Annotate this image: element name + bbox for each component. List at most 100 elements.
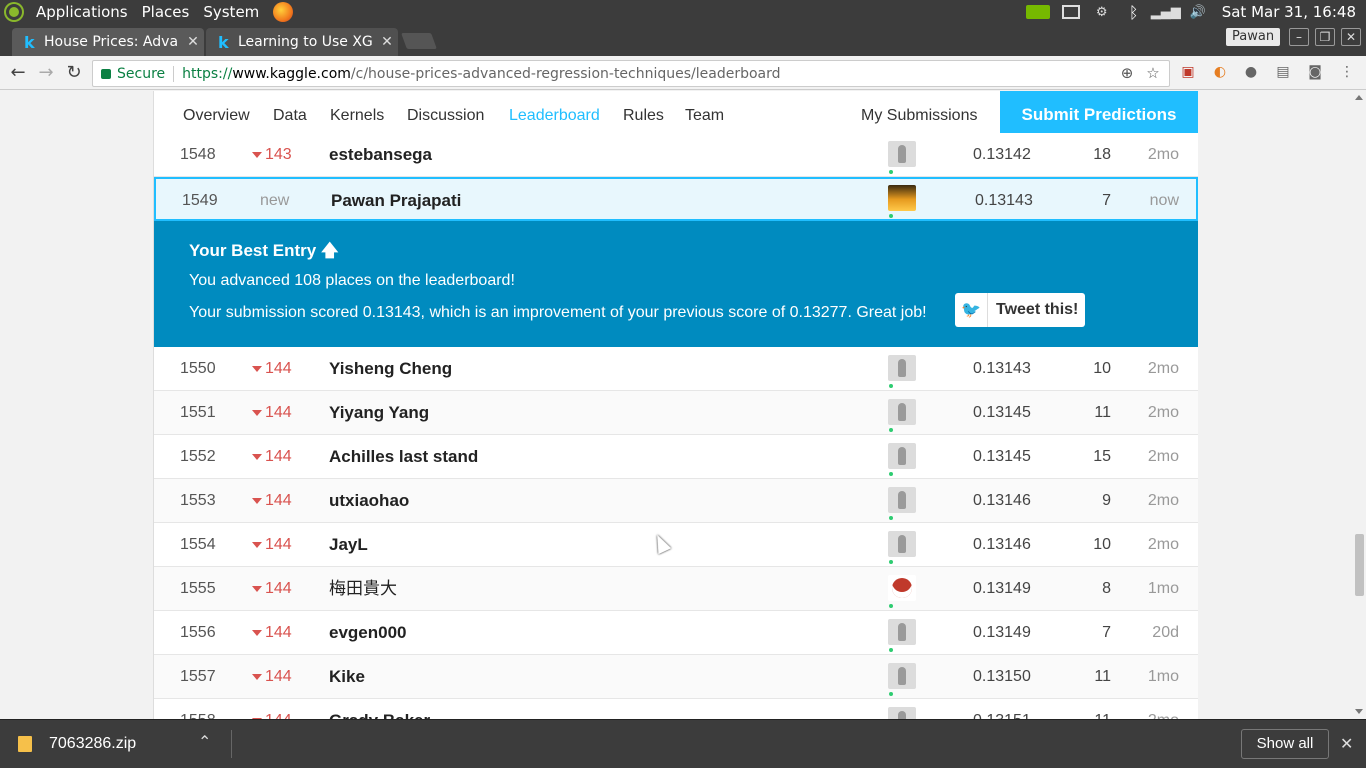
restore-button[interactable]: ❐ [1315, 28, 1335, 46]
team-name[interactable]: 梅田貴大 [329, 567, 397, 611]
avatar[interactable] [888, 399, 916, 425]
show-all-button[interactable]: Show all [1241, 729, 1329, 759]
last-submission: 2mo [1147, 448, 1179, 465]
online-indicator [889, 214, 893, 218]
avatar[interactable] [888, 663, 916, 689]
avatar[interactable] [888, 619, 916, 645]
bluetooth-icon[interactable]: ᛒ [1124, 3, 1144, 22]
last-submission: 1mo [1147, 580, 1179, 597]
separator [231, 730, 232, 758]
arrow-up-icon: 🡅 [320, 241, 339, 260]
clock[interactable]: Sat Mar 31, 16:48 [1222, 3, 1356, 21]
network-manager-icon[interactable]: ⚙ [1092, 3, 1112, 21]
team-name[interactable]: evgen000 [329, 611, 407, 655]
down-triangle-icon [252, 453, 262, 460]
my-team-row[interactable]: 1549 new Pawan Prajapati 0.13143 7 now [154, 177, 1198, 221]
extension-icon-3[interactable]: ● [1242, 64, 1260, 82]
team-name[interactable]: Grady Baker [329, 699, 430, 719]
table-row[interactable]: 1555 144 梅田貴大 0.13149 8 1mo [154, 567, 1198, 611]
table-row[interactable]: 1556 144 evgen000 0.13149 7 20d [154, 611, 1198, 655]
close-downloads-icon[interactable]: ✕ [1340, 734, 1353, 754]
menu-applications[interactable]: Applications [36, 3, 128, 21]
screenshot-extension-icon[interactable]: ◙ [1306, 64, 1324, 82]
browser-menu-icon[interactable]: ⋮ [1338, 64, 1356, 82]
signal-strength-icon[interactable]: ▂▄▆ [1151, 3, 1181, 21]
avatar[interactable] [888, 531, 916, 557]
reload-icon[interactable]: ↻ [62, 61, 86, 85]
table-row[interactable]: 1553 144 utxiaohao 0.13146 9 2mo [154, 479, 1198, 523]
team-name[interactable]: Yisheng Cheng [329, 347, 452, 391]
new-tab-button[interactable] [401, 33, 437, 49]
scroll-up-arrow-icon[interactable] [1355, 95, 1363, 100]
rank: 1558 [180, 699, 216, 719]
firefox-launcher-icon[interactable] [273, 2, 294, 22]
team-name[interactable]: Yiyang Yang [329, 391, 429, 435]
team-name[interactable]: utxiaohao [329, 479, 409, 523]
web-page: Overview Data Kernels Discussion Leaderb… [0, 91, 1366, 719]
close-window-button[interactable]: ✕ [1341, 28, 1361, 46]
team-name[interactable]: Kike [329, 655, 365, 699]
rank-change: 143 [252, 133, 292, 177]
chevron-up-icon[interactable]: ⌃ [198, 732, 211, 752]
online-indicator [889, 692, 893, 696]
volume-icon[interactable]: 🔊 [1188, 3, 1208, 21]
score: 0.13146 [973, 492, 1031, 509]
table-row[interactable]: 1557 144 Kike 0.13150 11 1mo [154, 655, 1198, 699]
menu-system[interactable]: System [203, 3, 259, 21]
team-name[interactable]: Pawan Prajapati [331, 179, 461, 223]
entries: 7 [1102, 624, 1111, 641]
display-icon[interactable] [1061, 5, 1080, 19]
bookmark-star-icon[interactable]: ☆ [1143, 64, 1163, 82]
tab-house-prices[interactable]: k House Prices: Adva ✕ [12, 28, 204, 56]
rank-change: 144 [252, 699, 292, 719]
applications-logo-icon[interactable] [6, 4, 22, 20]
rank-change: 144 [252, 479, 292, 523]
rank-change-value: 144 [265, 580, 292, 597]
score: 0.13149 [973, 580, 1031, 597]
team-name[interactable]: JayL [329, 523, 368, 567]
avatar[interactable] [888, 443, 916, 469]
menu-places[interactable]: Places [142, 3, 190, 21]
team-name[interactable]: estebansega [329, 133, 432, 177]
forward-arrow-icon[interactable]: → [34, 61, 58, 85]
table-row[interactable]: 1558 144 Grady Baker 0.13151 11 2mo [154, 699, 1198, 719]
tab-learning-xgboost[interactable]: k Learning to Use XG ✕ [206, 28, 398, 56]
nvidia-icon[interactable] [1025, 5, 1050, 19]
avatar[interactable] [888, 707, 916, 719]
table-row[interactable]: 1554 144 JayL 0.13146 10 2mo [154, 523, 1198, 567]
address-bar[interactable]: Secure https:// www.kaggle.com /c/house-… [92, 60, 1170, 87]
table-row[interactable]: 1548 143 estebansega 0.13142 18 2mo [154, 133, 1198, 177]
rank-change-value: 144 [265, 668, 292, 685]
down-triangle-icon [252, 541, 262, 548]
entries: 9 [1102, 492, 1111, 509]
avatar[interactable] [888, 185, 916, 211]
avatar[interactable] [888, 575, 916, 601]
extension-icon-1[interactable]: ▣ [1179, 64, 1197, 82]
score: 0.13143 [973, 360, 1031, 377]
avatar[interactable] [888, 141, 916, 167]
team-name[interactable]: Achilles last stand [329, 435, 478, 479]
kaggle-k-icon: k [24, 32, 35, 52]
down-triangle-icon [252, 365, 262, 372]
table-row[interactable]: 1551 144 Yiyang Yang 0.13145 11 2mo [154, 391, 1198, 435]
tweet-label: Tweet this! [996, 301, 1079, 318]
scrollbar-thumb[interactable] [1355, 534, 1364, 596]
page-scrollbar[interactable] [1352, 91, 1366, 719]
tweet-button[interactable]: 🐦 Tweet this! [955, 293, 1085, 327]
rank-change: 144 [252, 523, 292, 567]
scroll-down-arrow-icon[interactable] [1355, 709, 1363, 714]
avatar[interactable] [888, 355, 916, 381]
score: 0.13146 [973, 536, 1031, 553]
minimize-button[interactable]: – [1289, 28, 1309, 46]
profile-button[interactable]: Pawan [1226, 28, 1281, 46]
close-tab-icon[interactable]: ✕ [376, 34, 398, 50]
extension-icon-4[interactable]: ▤ [1274, 64, 1292, 82]
avatar[interactable] [888, 487, 916, 513]
zoom-icon[interactable]: ⊕ [1117, 64, 1137, 82]
back-arrow-icon[interactable]: ← [6, 61, 30, 85]
extension-icon-2[interactable]: ◐ [1211, 64, 1229, 82]
table-row[interactable]: 1550 144 Yisheng Cheng 0.13143 10 2mo [154, 347, 1198, 391]
close-tab-icon[interactable]: ✕ [182, 34, 204, 50]
table-row[interactable]: 1552 144 Achilles last stand 0.13145 15 2mo [154, 435, 1198, 479]
download-filename[interactable]: 7063286.zip [49, 735, 136, 753]
